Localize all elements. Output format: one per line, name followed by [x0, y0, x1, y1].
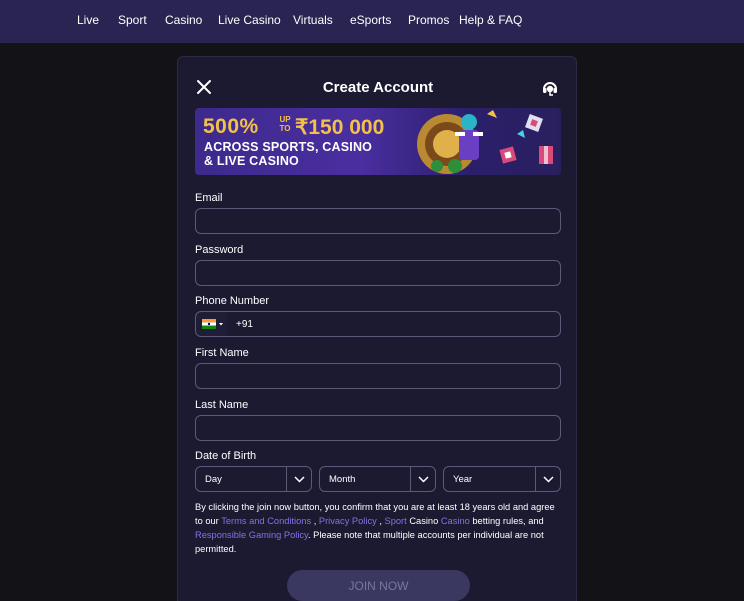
dob-month-value: Month — [329, 474, 356, 485]
nav-item-live-casino[interactable]: Live Casino — [218, 13, 281, 27]
nav-item-sport[interactable]: Sport — [118, 13, 147, 27]
banner-line-1: ACROSS SPORTS, CASINO — [204, 140, 373, 154]
dob-year-select[interactable]: Year — [443, 466, 561, 492]
modal-title: Create Account — [322, 79, 434, 96]
india-flag-icon — [202, 319, 223, 329]
last-name-input[interactable] — [195, 415, 561, 441]
banner-up-to: UP TO — [279, 115, 291, 133]
chevron-down-icon — [410, 467, 435, 491]
nav-item-casino[interactable]: Casino — [165, 13, 202, 27]
legal-disclaimer: By clicking the join now button, you con… — [195, 500, 563, 556]
support-icon[interactable] — [541, 79, 559, 97]
dob-day-select[interactable]: Day — [195, 466, 312, 492]
country-code-selector[interactable] — [195, 311, 228, 337]
privacy-link[interactable]: Privacy Policy — [319, 516, 377, 526]
dob-month-select[interactable]: Month — [319, 466, 436, 492]
phone-input[interactable] — [227, 311, 561, 337]
banner-line-2: & LIVE CASINO — [204, 154, 299, 168]
nav-item-esports[interactable]: eSports — [350, 13, 391, 27]
chevron-down-icon — [286, 467, 311, 491]
join-now-button[interactable]: JOIN NOW — [287, 570, 470, 601]
last-name-label: Last Name — [195, 399, 249, 411]
password-input[interactable] — [195, 260, 561, 286]
banner-casino-art — [417, 110, 553, 174]
password-label: Password — [195, 244, 244, 256]
nav-item-virtuals[interactable]: Virtuals — [293, 13, 333, 27]
terms-link[interactable]: Terms and Conditions — [221, 516, 311, 526]
legal-separator: , — [376, 516, 385, 526]
first-name-input[interactable] — [195, 363, 561, 389]
banner-amount: ₹150 000 — [295, 116, 385, 139]
top-navigation: Live Sport Casino Live Casino Virtuals e… — [0, 0, 744, 43]
dob-label: Date of Birth — [195, 450, 257, 462]
casino-rules-link[interactable]: Casino — [441, 516, 470, 526]
dob-day-value: Day — [205, 474, 222, 485]
phone-label: Phone Number — [195, 295, 269, 307]
legal-text: Casino — [406, 516, 441, 526]
nav-item-live[interactable]: Live — [77, 13, 99, 27]
chevron-down-icon — [535, 467, 560, 491]
sport-rules-link[interactable]: Sport — [385, 516, 407, 526]
promo-banner[interactable]: 500% UP TO ₹150 000 ACROSS SPORTS, CASIN… — [195, 108, 561, 175]
email-input[interactable] — [195, 208, 561, 234]
banner-percentage: 500% — [203, 115, 259, 138]
legal-text: betting rules, and — [469, 516, 544, 526]
dob-year-value: Year — [453, 474, 473, 485]
nav-item-help-faq[interactable]: Help & FAQ — [459, 13, 522, 27]
create-account-modal: Create Account 500% UP TO ₹150 000 ACROS… — [177, 56, 577, 601]
first-name-label: First Name — [195, 347, 249, 359]
legal-separator: , — [311, 516, 319, 526]
responsible-gaming-link[interactable]: Responsible Gaming Policy — [195, 530, 308, 540]
nav-item-promos[interactable]: Promos — [408, 13, 449, 27]
email-label: Email — [195, 192, 223, 204]
